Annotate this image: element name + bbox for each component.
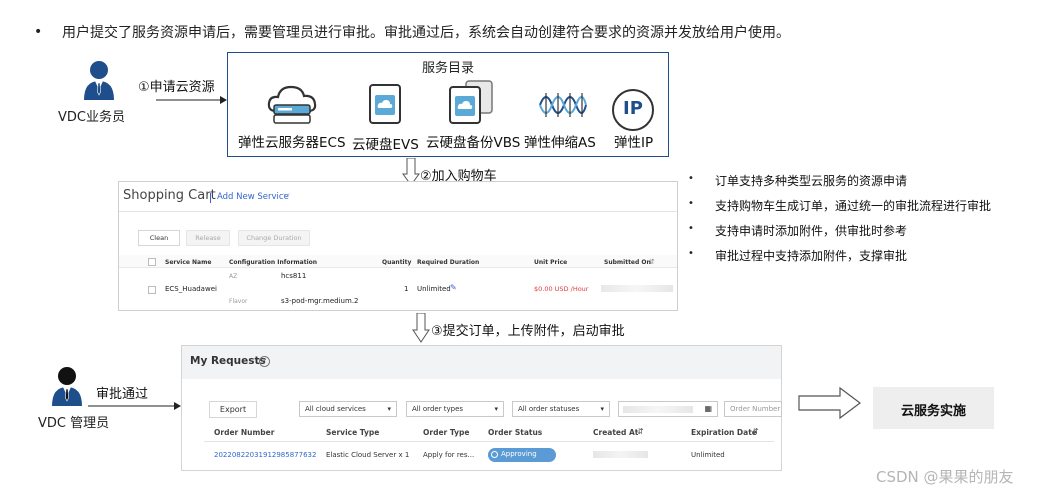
edit-duration-icon[interactable]: ✎ — [450, 283, 457, 292]
sort-icon[interactable]: ⇵ — [752, 427, 759, 436]
col-expiration-date: Expiration Date — [691, 428, 757, 437]
ip-icon-glyph: IP — [623, 98, 643, 119]
add-new-service-link[interactable]: Add New Service — [217, 192, 289, 202]
col-order-number: Order Number — [214, 428, 275, 437]
col-service-name: Service Name — [165, 259, 212, 266]
col-submitted-on: Submitted On — [604, 259, 651, 266]
order-number-input[interactable]: Order Number — [724, 401, 782, 417]
select-all-checkbox[interactable] — [148, 258, 156, 266]
help-icon[interactable]: ? — [259, 356, 270, 367]
chevron-down-icon: ▾ — [494, 405, 498, 413]
cart-title: Shopping Cart — [123, 188, 216, 203]
filter-cloud-services[interactable]: All cloud services ▾ — [299, 401, 397, 417]
svc-label-evs[interactable]: 云硬盘EVS — [352, 133, 419, 153]
order-type: Apply for res... — [423, 451, 475, 459]
intro-text: 用户提交了服务资源申请后，需要管理员进行审批。审批通过后，系统会自动创建符合要求… — [62, 25, 790, 41]
feature-bullet-4: • — [688, 248, 694, 259]
cart-flavor-label: Flavor — [229, 298, 248, 305]
status-badge: Approving — [488, 448, 556, 462]
order-service-type: Elastic Cloud Server x 1 — [326, 451, 410, 459]
release-button[interactable]: Release — [186, 230, 230, 246]
change-duration-button[interactable]: Change Duration — [238, 230, 310, 246]
col-order-type: Order Type — [423, 428, 470, 437]
feature-bullet-2: • — [688, 198, 694, 209]
feature-bullet-1: • — [688, 173, 694, 184]
row-checkbox[interactable] — [148, 286, 156, 294]
filter-order-statuses-label: All order statuses — [518, 405, 580, 413]
my-requests-panel: My Requests ? Export All cloud services ▾… — [181, 345, 782, 471]
cloud-service-implementation-box: 云服务实施 — [873, 387, 994, 429]
requests-header — [182, 346, 781, 379]
filter-order-types-label: All order types — [412, 405, 464, 413]
step1-label: ①申请云资源 — [138, 80, 215, 95]
sort-icon[interactable]: ⇵ — [637, 427, 644, 436]
cart-az-label: AZ — [229, 273, 238, 280]
svc-label-as[interactable]: 弹性伸缩AS — [524, 131, 596, 151]
col-unit-price: Unit Price — [534, 259, 568, 266]
sort-icon[interactable]: ⇵ — [649, 258, 655, 266]
feature-bullet-3: • — [688, 223, 694, 234]
col-config-info: Configuration Information — [229, 259, 318, 266]
step3-arrow-icon — [412, 313, 430, 343]
shopping-cart-panel: Shopping Cart Add New Service ⌵ Clean Re… — [118, 181, 678, 311]
intro-bullet: • — [34, 24, 43, 40]
feature-4: 审批过程中支持添加附件，支撑审批 — [715, 249, 908, 263]
implementation-label: 云服务实施 — [900, 404, 966, 419]
cart-duration: Unlimited — [417, 285, 451, 293]
clean-button[interactable]: Clean — [138, 230, 180, 246]
cart-az-value: hcs811 — [281, 272, 307, 280]
vdc-admin-label: VDC 管理员 — [38, 416, 110, 431]
submitted-on-blurred — [601, 285, 673, 292]
filter-order-types[interactable]: All order types ▾ — [406, 401, 504, 417]
export-button[interactable]: Export — [209, 401, 257, 418]
disk-backup-icon[interactable] — [446, 79, 496, 125]
chevron-down-icon: ▾ — [387, 405, 391, 413]
step1-arrow-icon — [156, 96, 227, 104]
cart-service-name: ECS_Huadawei — [165, 285, 217, 293]
col-created-at: Created At — [593, 428, 639, 437]
approve-arrow-icon — [88, 402, 181, 410]
order-expiration: Unlimited — [691, 451, 725, 459]
created-at-blurred — [593, 451, 648, 458]
feature-1: 订单支持多种类型云服务的资源申请 — [715, 174, 908, 188]
requests-table-divider — [204, 441, 774, 442]
feature-2: 支持购物车生成订单，通过统一的审批流程进行审批 — [715, 199, 992, 213]
calendar-icon[interactable]: ▦ — [704, 402, 712, 416]
cart-title-divider — [210, 193, 211, 203]
col-order-status: Order Status — [488, 428, 543, 437]
chevron-down-icon: ▾ — [600, 405, 604, 413]
ip-icon[interactable]: IP — [612, 89, 654, 131]
status-dot-icon — [491, 451, 498, 458]
step3-label: ③提交订单，上传附件，启动审批 — [431, 324, 625, 339]
svc-label-vbs[interactable]: 云硬盘备份VBS — [426, 131, 520, 151]
auto-scaling-icon[interactable] — [538, 87, 588, 123]
date-range-blurred — [623, 406, 693, 413]
cart-quantity: 1 — [404, 285, 409, 293]
cart-flavor-value: s3-pod-mgr.medium.2 — [281, 297, 359, 305]
col-quantity: Quantity — [382, 259, 412, 266]
disk-icon[interactable] — [368, 83, 402, 125]
requests-title: My Requests — [190, 355, 266, 367]
cart-header-divider — [119, 211, 677, 212]
filter-order-statuses[interactable]: All order statuses ▾ — [512, 401, 610, 417]
cart-unit-price: $0.00 USD /Hour — [534, 285, 589, 293]
status-badge-label: Approving — [501, 450, 537, 458]
filter-cloud-services-label: All cloud services — [305, 405, 366, 413]
chevron-down-icon[interactable]: ⌵ — [283, 190, 290, 200]
watermark: CSDN @果果的朋友 — [876, 468, 1014, 486]
col-service-type: Service Type — [326, 428, 380, 437]
vdc-staff-label: VDC业务员 — [58, 110, 125, 125]
svc-label-ip[interactable]: 弹性IP — [614, 131, 653, 151]
implement-arrow-icon — [798, 386, 861, 420]
cloud-server-icon[interactable] — [266, 81, 318, 125]
date-range-input[interactable]: ▦ — [618, 401, 718, 417]
col-required-duration: Required Duration — [417, 259, 480, 266]
catalog-title: 服务目录 — [421, 61, 474, 76]
svc-label-ecs[interactable]: 弹性云服务器ECS — [238, 131, 346, 151]
vdc-admin-person-icon — [50, 366, 84, 406]
vdc-staff-person-icon — [82, 60, 116, 100]
feature-3: 支持申请时添加附件，供审批时参考 — [715, 224, 908, 238]
order-number-link[interactable]: 20220822031912985877632 — [214, 451, 316, 459]
service-catalog: 服务目录 弹性云服务器ECS 云硬盘EVS 云硬盘备份VBS 弹性伸缩AS IP… — [227, 52, 669, 157]
